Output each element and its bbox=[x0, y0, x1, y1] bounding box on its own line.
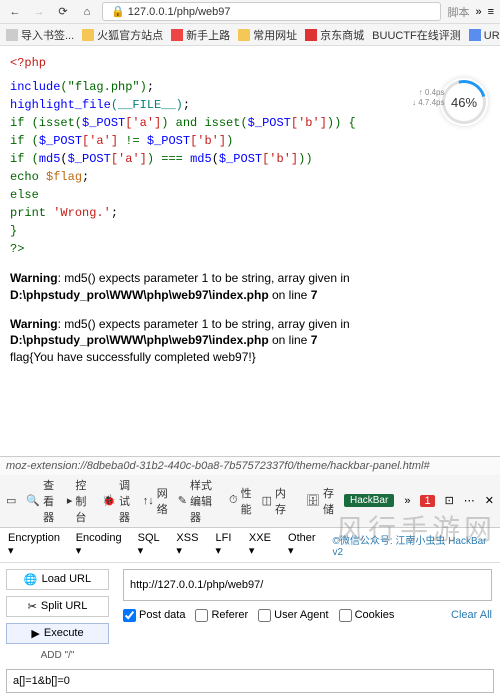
devtools-close-icon[interactable]: ✕ bbox=[485, 494, 494, 507]
tab-perf[interactable]: ⏱性能 bbox=[229, 485, 252, 517]
devtools-url: moz-extension://8dbeba0d-31b2-440c-b0a8-… bbox=[0, 456, 500, 475]
gauge-value: 46% bbox=[451, 95, 477, 110]
menu-sql[interactable]: SQL ▾ bbox=[138, 532, 167, 557]
home-button[interactable]: ⌂ bbox=[78, 3, 96, 21]
menu-xss[interactable]: XSS ▾ bbox=[176, 532, 205, 557]
clear-all[interactable]: Clear All bbox=[451, 609, 492, 621]
opt-cookies[interactable]: Cookies bbox=[339, 609, 395, 622]
menu-encryption[interactable]: Encryption ▾ bbox=[8, 532, 66, 557]
menu-icon[interactable]: ≡ bbox=[488, 6, 494, 18]
flag-output: flag{You have successfully completed web… bbox=[10, 349, 490, 366]
devtools-badge[interactable]: 1 bbox=[420, 495, 434, 507]
tab-storage[interactable]: 🗄存储 bbox=[306, 485, 334, 517]
reload-button[interactable]: ⟳ bbox=[54, 3, 72, 21]
devtools-dock-icon[interactable]: ⊡ bbox=[445, 494, 454, 507]
bookmark-buuctf[interactable]: BUUCTF在线评测 bbox=[372, 27, 461, 43]
execute-button[interactable]: ▶ Execute bbox=[6, 623, 109, 644]
forward-button[interactable]: → bbox=[30, 3, 48, 21]
more-chevron[interactable]: » bbox=[475, 6, 481, 18]
url-text: 127.0.0.1/php/web97 bbox=[128, 6, 231, 18]
bookmark-import[interactable]: 导入书签... bbox=[6, 27, 74, 43]
menu-other[interactable]: Other ▾ bbox=[288, 532, 322, 557]
opt-referer[interactable]: Referer bbox=[195, 609, 248, 622]
tab-hackbar[interactable]: HackBar bbox=[344, 494, 394, 507]
hackbar-menubar: Encryption ▾ Encoding ▾ SQL ▾ XSS ▾ LFI … bbox=[0, 528, 500, 563]
speed-gauge: ↑ 0.4ps↓ 4.7.4ps 46% bbox=[440, 78, 488, 126]
bookmark-xinshou[interactable]: 新手上路 bbox=[171, 27, 230, 43]
menu-encoding[interactable]: Encoding ▾ bbox=[76, 532, 128, 557]
add-slash[interactable]: ADD "/" bbox=[6, 650, 109, 661]
opt-postdata[interactable]: Post data bbox=[123, 609, 185, 622]
menu-lfi[interactable]: LFI ▾ bbox=[216, 532, 239, 557]
devtools-menu-icon[interactable]: ⋯ bbox=[464, 494, 475, 507]
tab-memory[interactable]: ◫内存 bbox=[262, 485, 286, 517]
url-bar[interactable]: 🔒 127.0.0.1/php/web97 bbox=[102, 2, 441, 21]
tab-network[interactable]: ↑↓网络 bbox=[143, 485, 168, 517]
bookmark-jd[interactable]: 京东商城 bbox=[305, 27, 364, 43]
php-output: Warning: md5() expects parameter 1 to be… bbox=[0, 266, 500, 366]
devtools-tabbar: ▭ 🔍查看器 ▸控制台 🐞调试器 ↑↓网络 ✎样式编辑器 ⏱性能 ◫内存 🗄存储… bbox=[0, 475, 500, 528]
split-url-button[interactable]: ✂ Split URL bbox=[6, 596, 109, 617]
url-hint: 脚本 bbox=[447, 4, 469, 20]
back-button[interactable]: ← bbox=[6, 3, 24, 21]
bookmark-folder-changyong[interactable]: 常用网址 bbox=[238, 27, 297, 43]
devtools-overflow[interactable]: » bbox=[404, 495, 410, 507]
menu-xxe[interactable]: XXE ▾ bbox=[249, 532, 278, 557]
hackbar-url-input[interactable] bbox=[123, 569, 492, 601]
bookmark-urltool[interactable]: URL 编码/解码 bbox=[469, 27, 500, 43]
opt-useragent[interactable]: User Agent bbox=[258, 609, 328, 622]
hackbar-credit: ©微信公众号: 江南小虫虫 HackBar v2 bbox=[332, 532, 492, 558]
tab-console[interactable]: ▸控制台 bbox=[67, 477, 92, 525]
tab-debugger[interactable]: 🐞调试器 bbox=[102, 477, 132, 525]
tab-inspector[interactable]: 🔍查看器 bbox=[26, 477, 56, 525]
devtools-inspector-icon[interactable]: ▭ bbox=[6, 494, 16, 507]
bookmark-folder-huohu[interactable]: 火狐官方站点 bbox=[82, 27, 163, 43]
php-source: <?php include("flag.php"); highlight_fil… bbox=[0, 46, 500, 266]
tab-style[interactable]: ✎样式编辑器 bbox=[178, 477, 219, 525]
post-body-input[interactable] bbox=[6, 669, 494, 693]
load-url-button[interactable]: 🌐 Load URL bbox=[6, 569, 109, 590]
